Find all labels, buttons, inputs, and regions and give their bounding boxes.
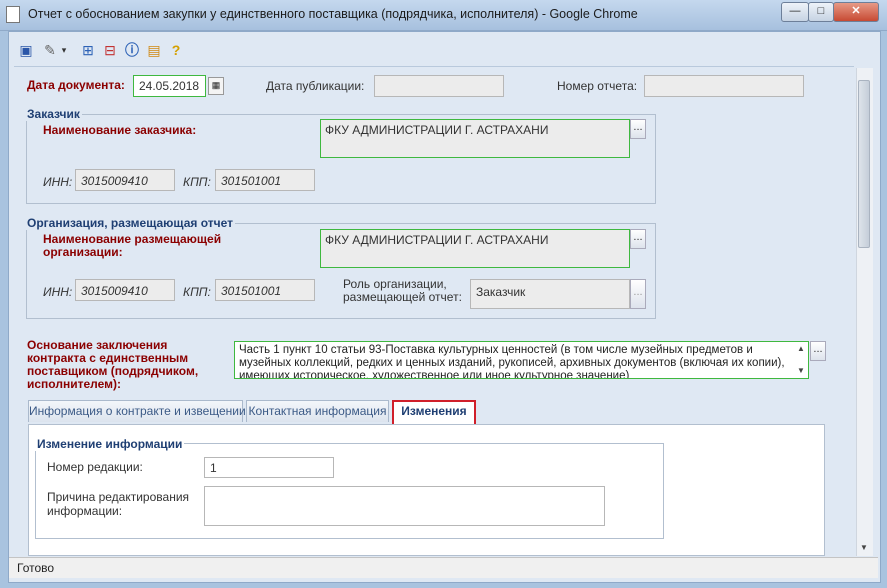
- basis-text: Часть 1 пункт 10 статьи 93-Поставка куль…: [239, 344, 785, 379]
- status-bar: Готово: [9, 557, 878, 578]
- customer-name-label: Наименование заказчика:: [43, 123, 197, 137]
- status-text: Готово: [17, 561, 55, 575]
- basis-scrollbar[interactable]: ▲ ▼: [795, 343, 807, 377]
- basis-select-button[interactable]: ...: [810, 341, 826, 361]
- report-number-field[interactable]: [644, 75, 804, 97]
- toolbar-divider: [14, 66, 854, 67]
- customer-name-field[interactable]: ФКУ АДМИНИСТРАЦИИ Г. АСТРАХАНИ: [320, 119, 630, 158]
- placing-org-group-title: Организация, размещающая отчет: [25, 216, 235, 230]
- edit-reason-field[interactable]: [204, 486, 605, 526]
- placing-org-kpp-label: КПП:: [183, 285, 211, 299]
- document-icon: [6, 6, 20, 23]
- export-icon[interactable]: ▤: [145, 41, 163, 59]
- page-scrollbar-thumb[interactable]: [858, 80, 870, 248]
- customer-inn-field[interactable]: 3015009410: [75, 169, 175, 191]
- dropdown-icon[interactable]: ▾: [59, 41, 69, 59]
- customer-inn-label: ИНН:: [43, 175, 73, 189]
- customer-kpp-field[interactable]: 301501001: [215, 169, 315, 191]
- customer-kpp-label: КПП:: [183, 175, 211, 189]
- tab-contact-info[interactable]: Контактная информация: [246, 400, 389, 422]
- role-label: Роль организации, размещающей отчет:: [343, 277, 462, 304]
- close-button[interactable]: ✕: [833, 2, 879, 22]
- placing-org-select-button[interactable]: ...: [630, 229, 646, 249]
- pub-date-field[interactable]: [374, 75, 504, 97]
- toolbar: ▣ ✎ ▾ ⊞ ⊟ ⓘ ▤ ?: [9, 38, 854, 64]
- scroll-down-icon[interactable]: ▼: [858, 543, 870, 553]
- maximize-button[interactable]: □: [808, 2, 834, 22]
- role-select-button[interactable]: ...: [630, 279, 646, 309]
- edition-number-field[interactable]: 1: [204, 457, 334, 478]
- placing-org-name-label: Наименование размещающей организации:: [43, 232, 222, 259]
- info-icon[interactable]: ⓘ: [123, 41, 141, 59]
- window-titlebar: Отчет с обоснованием закупки у единствен…: [0, 0, 887, 31]
- role-field[interactable]: Заказчик: [470, 279, 630, 309]
- attach-icon[interactable]: ✎: [41, 41, 59, 59]
- doc-date-label: Дата документа:: [27, 78, 125, 92]
- edit-reason-label: Причина редактирования информации:: [47, 490, 190, 518]
- tree-remove-icon[interactable]: ⊟: [101, 41, 119, 59]
- save-icon[interactable]: ▣: [17, 41, 35, 59]
- placing-org-inn-field[interactable]: 3015009410: [75, 279, 175, 301]
- minimize-button[interactable]: —: [781, 2, 809, 22]
- placing-org-inn-label: ИНН:: [43, 285, 73, 299]
- placing-org-name-field[interactable]: ФКУ АДМИНИСТРАЦИИ Г. АСТРАХАНИ: [320, 229, 630, 268]
- basis-field[interactable]: Часть 1 пункт 10 статьи 93-Поставка куль…: [234, 341, 809, 379]
- doc-date-field[interactable]: 24.05.2018: [133, 75, 206, 97]
- calendar-icon[interactable]: ▦: [208, 77, 224, 95]
- tree-icon[interactable]: ⊞: [79, 41, 97, 59]
- basis-label: Основание заключения контракта с единств…: [27, 338, 199, 391]
- help-icon[interactable]: ?: [167, 41, 185, 59]
- customer-group-title: Заказчик: [25, 107, 82, 121]
- window-title: Отчет с обоснованием закупки у единствен…: [28, 7, 638, 21]
- changes-group-title: Изменение информации: [35, 437, 185, 451]
- tab-contract-info[interactable]: Информация о контракте и извещении: [28, 400, 246, 422]
- placing-org-kpp-field[interactable]: 301501001: [215, 279, 315, 301]
- report-number-label: Номер отчета:: [557, 79, 638, 93]
- edition-number-label: Номер редакции:: [47, 460, 143, 474]
- pub-date-label: Дата публикации:: [266, 79, 365, 93]
- tab-changes[interactable]: Изменения: [392, 400, 476, 426]
- customer-select-button[interactable]: ...: [630, 119, 646, 139]
